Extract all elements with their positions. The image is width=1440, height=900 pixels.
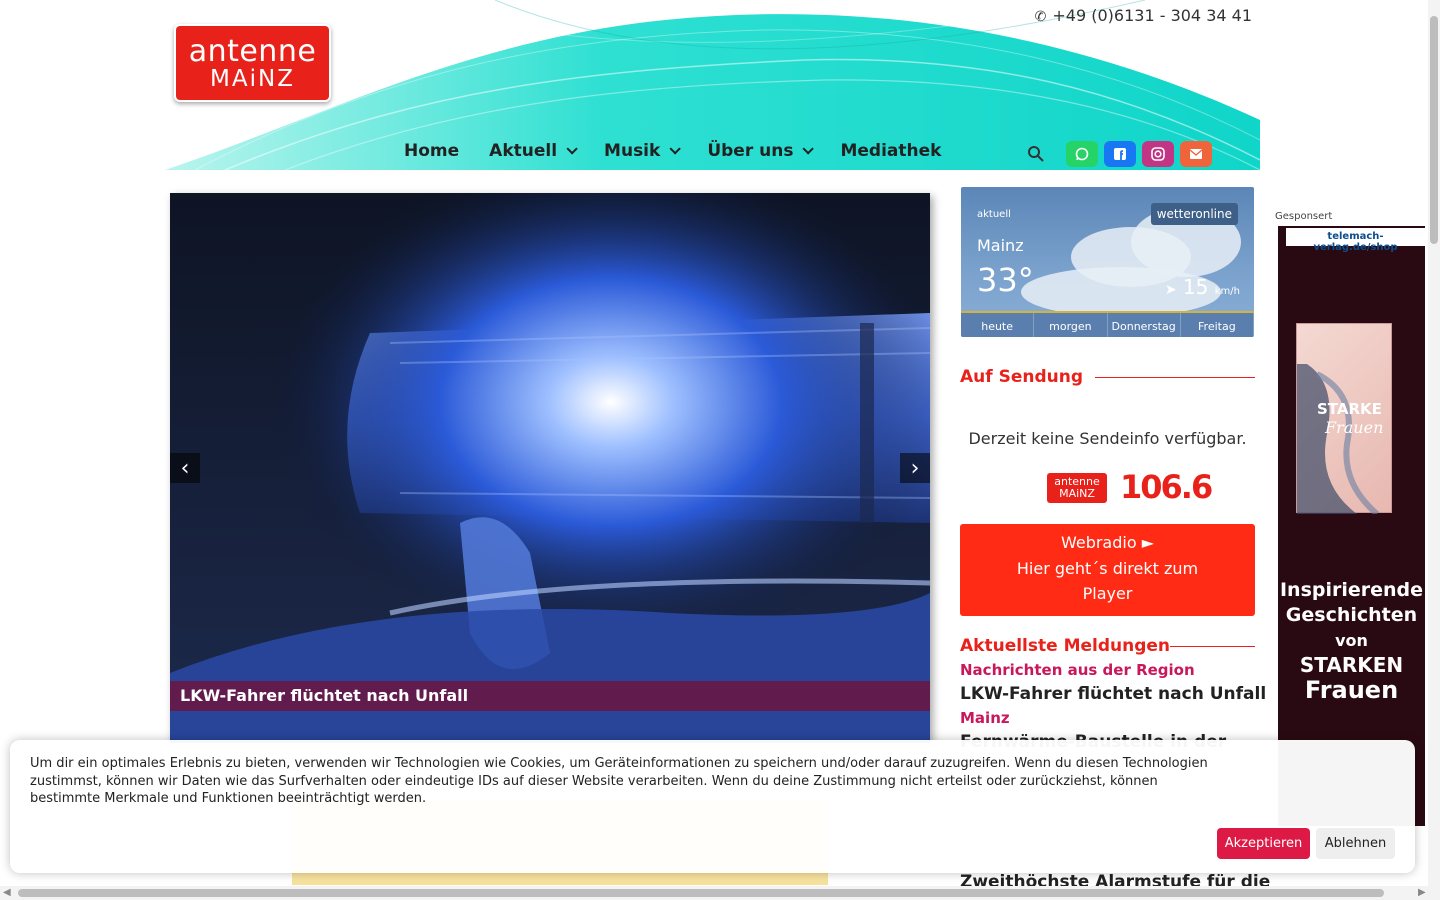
wind-speed: 15 bbox=[1182, 275, 1209, 299]
whatsapp-icon[interactable] bbox=[1066, 141, 1098, 167]
ad-text-1: Inspirierende bbox=[1279, 579, 1424, 601]
ad-text-3: von bbox=[1335, 631, 1368, 650]
weather-day[interactable]: Freitag bbox=[1181, 313, 1254, 337]
mini-logo-line2: MAiNZ bbox=[1059, 487, 1095, 500]
nav-item-home[interactable]: Home bbox=[404, 141, 459, 161]
book-title-2: Frauen bbox=[1325, 418, 1384, 437]
vertical-scroll-thumb[interactable] bbox=[1430, 16, 1438, 244]
latest-news-title: Aktuellste Meldungen bbox=[960, 636, 1171, 656]
antenne-mainz-logo[interactable]: antenne MAiNZ bbox=[174, 24, 331, 102]
webradio-line2: Hier geht´s direkt zum bbox=[1016, 558, 1199, 578]
ad-text-4: STARKEN bbox=[1299, 653, 1404, 677]
chevron-down-icon bbox=[566, 143, 578, 155]
chevron-down-icon bbox=[669, 143, 682, 155]
nav-item-musik[interactable]: Musik bbox=[604, 141, 682, 161]
nav-label-mediathek: Mediathek bbox=[840, 141, 942, 161]
instagram-icon[interactable] bbox=[1142, 141, 1174, 167]
station-frequency: 106.6 bbox=[1120, 468, 1213, 506]
search-icon[interactable] bbox=[1027, 145, 1045, 163]
book-title-1: STARKE bbox=[1317, 400, 1382, 418]
weather-days: heute morgen Donnerstag Freitag bbox=[961, 311, 1254, 337]
weather-day[interactable]: morgen bbox=[1034, 313, 1108, 337]
slider-image-police-light bbox=[170, 193, 930, 743]
cookie-consent-dialog: Um dir ein optimales Erlebnis zu bieten,… bbox=[10, 740, 1415, 873]
logo-line1: antenne bbox=[188, 34, 317, 69]
book-cover-image: STARKE Frauen bbox=[1296, 323, 1392, 517]
news-slider: ‹ › LKW-Fahrer flüchtet nach Unfall bbox=[170, 193, 930, 743]
scroll-right-arrow-icon[interactable]: ▶ bbox=[1418, 887, 1426, 898]
weather-wind: ➤ 15 km/h bbox=[1165, 275, 1240, 299]
webradio-line1: Webradio ► bbox=[1060, 533, 1155, 552]
weather-label: aktuell bbox=[977, 209, 1011, 220]
webradio-button[interactable]: Webradio ► Hier geht´s direkt zum Player bbox=[960, 524, 1255, 616]
nav-item-ueber-uns[interactable]: Über uns bbox=[707, 141, 815, 161]
station-mini-logo: antenne MAiNZ bbox=[1047, 473, 1107, 503]
ad-text-2: Geschichten bbox=[1285, 604, 1418, 626]
phone-icon: ✆ bbox=[1034, 9, 1047, 25]
email-icon[interactable] bbox=[1180, 141, 1212, 167]
ad-text-5: Frauen bbox=[1304, 676, 1399, 704]
nav-label-ueber-uns: Über uns bbox=[707, 141, 794, 161]
on-air-no-info: Derzeit keine Sendeinfo verfügbar. bbox=[968, 429, 1247, 448]
wind-arrow-icon: ➤ bbox=[1164, 282, 1177, 298]
horizontal-scroll-thumb[interactable] bbox=[18, 889, 1384, 897]
accept-cookies-button[interactable]: Akzeptieren bbox=[1217, 828, 1310, 859]
nav-item-aktuell[interactable]: Aktuell bbox=[489, 141, 578, 161]
weather-widget[interactable]: aktuell wetteronline Mainz 33° ➤ 15 km/h… bbox=[961, 187, 1254, 337]
slider-next-button[interactable]: › bbox=[900, 453, 930, 483]
phone-text: +49 (0)6131 - 304 34 41 bbox=[1052, 6, 1252, 25]
chevron-down-icon bbox=[802, 143, 815, 155]
section-divider bbox=[1095, 377, 1255, 378]
sponsored-ad[interactable]: telemach-verlag.de/shop STARKE Frauen In… bbox=[1278, 226, 1425, 826]
section-divider bbox=[1170, 646, 1255, 647]
ad-url[interactable]: telemach-verlag.de/shop bbox=[1286, 228, 1425, 253]
vertical-scrollbar[interactable] bbox=[1428, 0, 1440, 888]
ad-text: Inspirierende Geschichten von STARKEN Fr… bbox=[1278, 578, 1425, 703]
nav-label-home: Home bbox=[404, 141, 460, 161]
slider-caption[interactable]: LKW-Fahrer flüchtet nach Unfall bbox=[170, 681, 930, 711]
news-category[interactable]: Mainz bbox=[960, 709, 1010, 727]
nav-item-mediathek[interactable]: Mediathek bbox=[840, 141, 941, 161]
ad-label: Gesponsert bbox=[1275, 211, 1333, 222]
weather-day[interactable]: Donnerstag bbox=[1108, 313, 1181, 337]
decline-cookies-button[interactable]: Ablehnen bbox=[1316, 828, 1395, 859]
page: antenne MAiNZ ✆ +49 (0)6131 - 304 34 41 H… bbox=[0, 0, 1440, 900]
wind-unit: km/h bbox=[1214, 286, 1240, 297]
on-air-title: Auf Sendung bbox=[960, 367, 1083, 387]
cookie-text: Um dir ein optimales Erlebnis zu bieten,… bbox=[30, 756, 1208, 806]
weather-temperature: 33° bbox=[977, 261, 1034, 299]
nav-label-musik: Musik bbox=[604, 141, 661, 161]
horizontal-scrollbar[interactable]: ◀ ▶ bbox=[0, 886, 1440, 900]
weather-brand: wetteronline bbox=[1150, 203, 1238, 225]
weather-city: Mainz bbox=[977, 236, 1024, 255]
news-headline[interactable]: LKW-Fahrer flüchtet nach Unfall bbox=[960, 684, 1266, 704]
weather-day[interactable]: heute bbox=[961, 313, 1035, 337]
news-category[interactable]: Nachrichten aus der Region bbox=[960, 661, 1195, 679]
phone-number[interactable]: ✆ +49 (0)6131 - 304 34 41 bbox=[1035, 6, 1252, 25]
facebook-icon[interactable] bbox=[1104, 141, 1136, 167]
main-navigation: Home Aktuell Musik Über uns Mediathek bbox=[404, 141, 971, 161]
slider-prev-button[interactable]: ‹ bbox=[170, 453, 200, 483]
logo-line2: MAiNZ bbox=[210, 66, 295, 92]
webradio-line3: Player bbox=[1082, 584, 1133, 603]
scroll-left-arrow-icon[interactable]: ◀ bbox=[3, 887, 11, 898]
nav-label-aktuell: Aktuell bbox=[489, 141, 558, 161]
